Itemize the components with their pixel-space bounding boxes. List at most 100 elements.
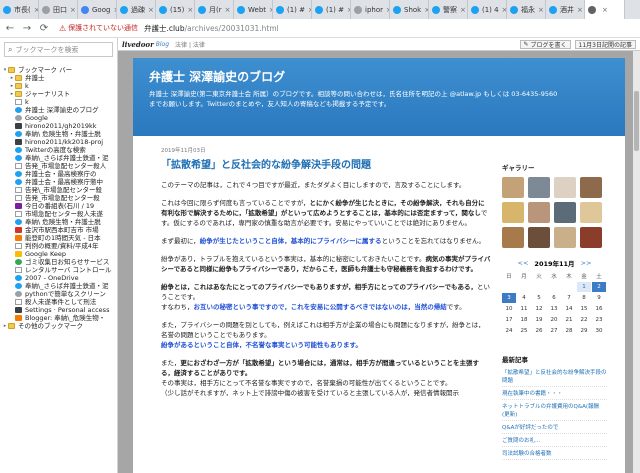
tab-0[interactable]: 市長(× [0, 0, 39, 19]
update-notice[interactable]: 11月3日記開の記事 [574, 39, 636, 49]
calendar-day[interactable]: 1 [577, 282, 591, 292]
favicon-icon [15, 99, 22, 105]
tab-3[interactable]: 過疎 × [117, 0, 156, 19]
recent-post-link[interactable]: 司法試験の合格者数 [502, 450, 607, 460]
tab-15[interactable]: × [585, 0, 625, 19]
tab-close-icon[interactable]: × [577, 6, 583, 14]
bookmark-folder[interactable]: ▾ ブックマーク バー [0, 66, 117, 74]
calendar-day: 17 [505, 317, 513, 323]
reload-icon[interactable]: ⟳ [37, 21, 51, 35]
url-path[interactable]: /archives/20031031.html [185, 24, 279, 33]
calendar-next[interactable]: >> [581, 259, 592, 267]
bookmark-item[interactable]: 告発_市場急配センター殺 [0, 194, 117, 202]
gallery-thumbnail[interactable] [528, 227, 550, 248]
bookmark-item[interactable]: ゴミ収集日お知らせサービス [0, 258, 117, 266]
tab-close-icon[interactable]: × [225, 6, 231, 14]
gallery-thumbnail[interactable] [502, 177, 524, 198]
tab-5[interactable]: 月(r × [195, 0, 234, 19]
tab-4[interactable]: (15) × [156, 0, 195, 19]
recent-post-link[interactable]: ネットトラブルの弁護費用のQ&A(報酬 (更新) [502, 403, 607, 421]
security-indicator[interactable]: ⚠ 保護されていない通信 [59, 23, 138, 33]
recent-post-link[interactable]: ご質問のお礼... [502, 437, 607, 447]
bookmark-item[interactable]: 判例の概要/資料/平成4年 [0, 242, 117, 250]
bookmark-item[interactable]: 弁護士会・最高検察庁の [0, 170, 117, 178]
tab-close-icon[interactable]: × [538, 6, 544, 14]
tab-13[interactable]: 福永 × [507, 0, 546, 19]
bookmark-item[interactable]: 奉納\_さらば弁護士鉄道・泥 [0, 154, 117, 162]
bookmark-item[interactable]: Settings · Personal access [0, 306, 117, 314]
tab-1[interactable]: 田口 × [39, 0, 78, 19]
bookmark-item[interactable]: pythonで簡単なスクリーン [0, 290, 117, 298]
tab-8[interactable]: (1) #× [312, 0, 351, 19]
gallery-thumbnail[interactable] [554, 227, 576, 248]
bookmark-item[interactable]: 市場急配センター殺人未遂 [0, 210, 117, 218]
bookmark-folder[interactable]: ▸ 弁護士 [0, 74, 117, 82]
bookmark-item[interactable]: 金沢市駅西本町吉市 市場 [0, 226, 117, 234]
bookmark-item[interactable]: k [0, 98, 117, 106]
gallery-thumbnail[interactable] [528, 177, 550, 198]
recent-post-link[interactable]: 「拡散希望」と反社会的な紛争解決手段の問題 [502, 369, 607, 387]
tab-14[interactable]: 酒井 × [546, 0, 585, 19]
gallery-thumbnail[interactable] [502, 227, 524, 248]
tab-close-icon[interactable]: × [187, 6, 193, 14]
tab-close-icon[interactable]: × [70, 6, 76, 14]
livedoor-logo[interactable]: livedoor [122, 40, 154, 49]
tab-close-icon[interactable]: × [148, 6, 154, 14]
recent-posts: 「拡散希望」と反社会的な紛争解決手段の問題現在執筆中の書籍・・・ネットトラブルの… [502, 369, 607, 460]
bookmark-folder[interactable]: ▸ ジャーナリスト [0, 90, 117, 98]
back-icon[interactable]: ← [3, 21, 17, 35]
page-scrollbar[interactable] [633, 51, 640, 473]
tab-close-icon[interactable]: × [602, 6, 608, 14]
tab-7[interactable]: (1) #× [273, 0, 312, 19]
tab-6[interactable]: Webt× [234, 0, 273, 19]
blog-title[interactable]: 弁護士 深澤諭史のブログ [149, 68, 609, 85]
bookmark-item[interactable]: 告発\_市場急配センター殺 [0, 186, 117, 194]
calendar-day[interactable]: 3 [502, 293, 516, 303]
gallery-thumbnail[interactable] [502, 202, 524, 223]
bookmark-item[interactable]: 奉納\ 危険生物・弁護士脱 [0, 130, 117, 138]
calendar-prev[interactable]: << [518, 259, 529, 267]
tab-12[interactable]: (1) 4 × [468, 0, 507, 19]
bookmark-item[interactable]: 能登町の1時間天気 - 日本 [0, 234, 117, 242]
bookmark-folder[interactable]: ▸ k [0, 82, 117, 90]
bookmark-item[interactable]: 奉納\_さらば弁護士鉄道・泥 [0, 282, 117, 290]
gallery-thumbnail[interactable] [580, 202, 602, 223]
gallery-thumbnail[interactable] [554, 202, 576, 223]
bookmark-item[interactable]: レンタルサーバ コントロール [0, 266, 117, 274]
url-host[interactable]: 弁護士.club [144, 23, 185, 34]
tab-10[interactable]: Shok× [390, 0, 429, 19]
bookmark-item[interactable]: Google Keep [0, 250, 117, 258]
calendar-day[interactable]: 2 [592, 282, 606, 292]
bookmark-item[interactable]: 殺人未遂事件として刑法 [0, 298, 117, 306]
gallery-thumbnail[interactable] [528, 202, 550, 223]
write-blog-button[interactable]: ✎ ブログを書く [519, 39, 571, 49]
tab-9[interactable]: iphor× [351, 0, 390, 19]
bookmark-item[interactable]: Blogger: 奉納\_危険生物・ [0, 314, 117, 322]
gallery-thumbnail[interactable] [554, 177, 576, 198]
bookmark-item[interactable]: 2007 - OneDrive [0, 274, 117, 282]
tab-2[interactable]: Goog× [78, 0, 117, 19]
post-title[interactable]: 「拡散希望」と反社会的な紛争解決手段の問題 [161, 156, 491, 171]
bookmark-item[interactable]: Google [0, 114, 117, 122]
bookmark-item[interactable]: 弁護士会・最高検察庁懲中 [0, 178, 117, 186]
bookmark-item[interactable]: 弁護士 深澤諭史のブログ [0, 106, 117, 114]
bookmark-item[interactable]: hirono2011/kk2018-proj [0, 138, 117, 146]
recent-post-link[interactable]: Q&Aが好評だったので [502, 424, 607, 434]
forward-icon[interactable]: → [20, 21, 34, 35]
livedoor-category[interactable]: 法律 | 法律 [175, 40, 205, 49]
bookmark-folder[interactable]: ▸ その他のブックマーク [0, 322, 117, 330]
bookmark-item[interactable]: 今日の番組表(石川 / 19 [0, 202, 117, 210]
bookmark-item[interactable]: Twitterの高度な検索 [0, 146, 117, 154]
bookmark-item[interactable]: hirono2011/gh2019kk [0, 122, 117, 130]
bookmark-search[interactable]: ⌕ ブックマークを検索 [4, 42, 113, 57]
gallery-thumbnail[interactable] [580, 227, 602, 248]
tab-favicon-icon [81, 5, 89, 14]
tab-11[interactable]: 警察 × [429, 0, 468, 19]
bookmark-item[interactable]: 奉納\ 危険生物・弁護士脱 [0, 218, 117, 226]
livedoor-blog-logo[interactable]: Blog [156, 41, 169, 48]
recent-post-link[interactable]: 現在執筆中の書籍・・・ [502, 390, 607, 400]
tab-close-icon[interactable]: × [460, 6, 466, 14]
bookmark-item[interactable]: 告発_市場急配センター殺人 [0, 162, 117, 170]
scrollbar-thumb[interactable] [634, 91, 639, 151]
gallery-thumbnail[interactable] [580, 177, 602, 198]
